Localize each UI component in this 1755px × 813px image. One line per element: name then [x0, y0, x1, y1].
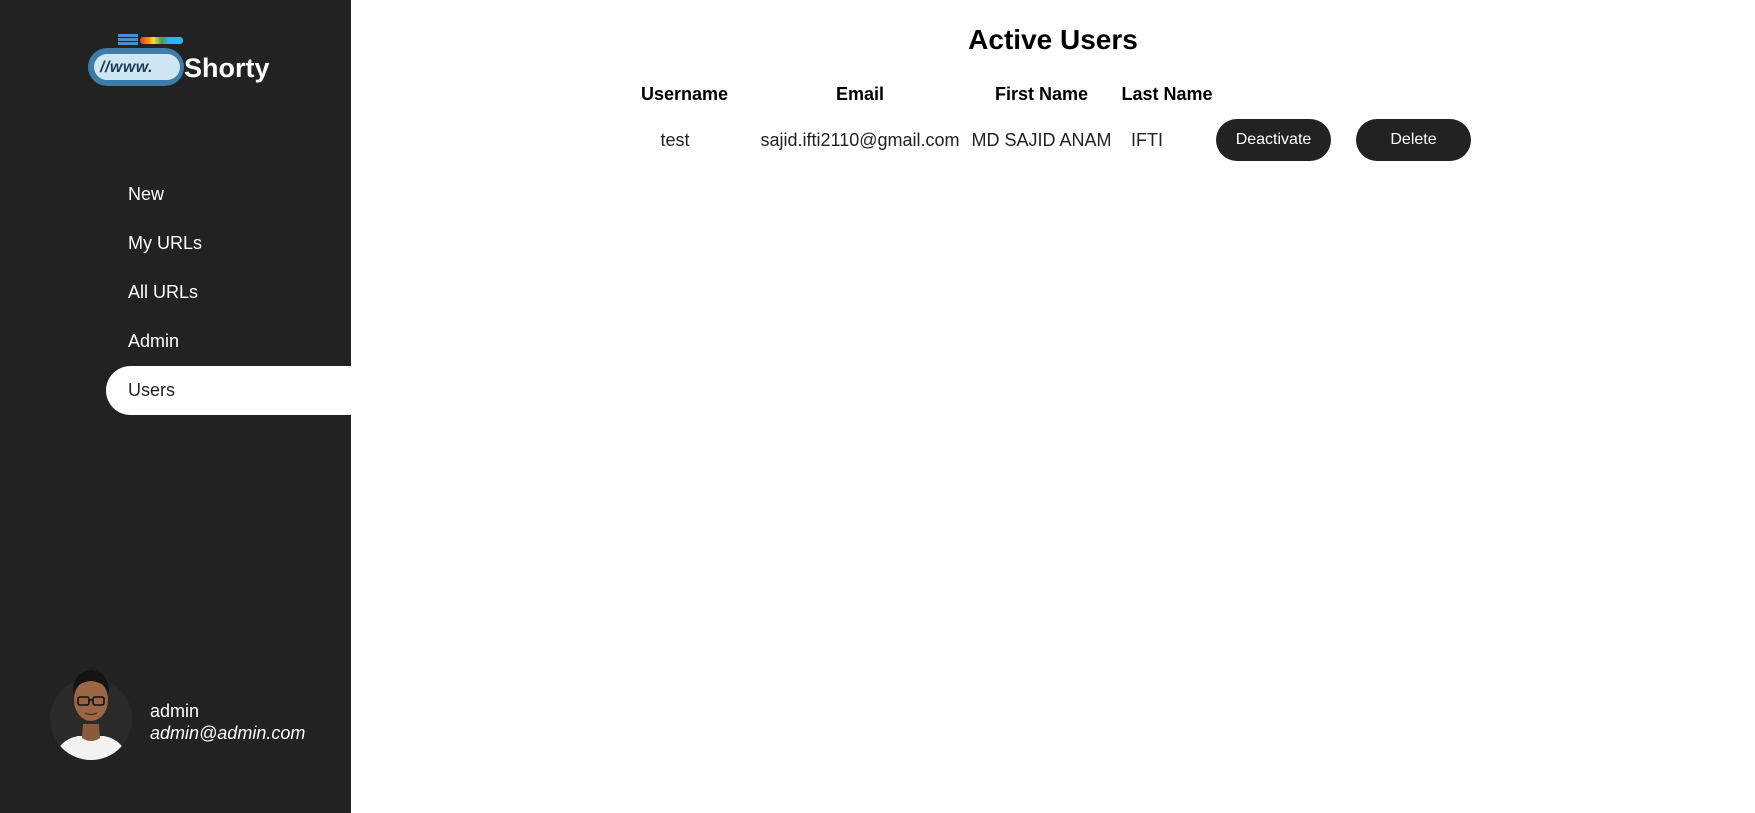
- sidebar-item-label: Admin: [128, 331, 180, 351]
- sidebar: //www. Shorty New My URLs All URLs Admin…: [0, 0, 351, 813]
- page-title: Active Users: [968, 24, 1138, 55]
- shorty-logo[interactable]: //www. Shorty: [88, 34, 270, 88]
- column-header-email: Email: [835, 84, 885, 104]
- sidebar-item-my-urls[interactable]: My URLs: [0, 219, 351, 268]
- cell-first-name: MD SAJID ANAM: [971, 130, 1112, 150]
- avatar: [50, 670, 132, 760]
- sidebar-nav: New My URLs All URLs Admin Users: [0, 170, 351, 415]
- cell-username: test: [660, 130, 690, 150]
- main-content: Active Users Username Email First Name L…: [351, 0, 1755, 813]
- user-profile: admin admin@admin.com: [50, 664, 340, 760]
- cell-email: sajid.ifti2110@gmail.com: [760, 130, 960, 150]
- column-header-first-name: First Name: [994, 84, 1089, 104]
- profile-username: admin: [150, 701, 200, 721]
- profile-email: admin@admin.com: [150, 723, 306, 743]
- column-header-last-name: Last Name: [1121, 84, 1213, 104]
- sidebar-item-label: My URLs: [128, 233, 203, 253]
- logo-www-text: //www.: [100, 59, 154, 76]
- logo-app-name: Shorty: [184, 53, 270, 83]
- sidebar-item-admin[interactable]: Admin: [0, 317, 351, 366]
- logo-link-icon: //www.: [88, 48, 184, 86]
- sidebar-item-all-urls[interactable]: All URLs: [0, 268, 351, 317]
- logo-bars-icon: [118, 34, 183, 46]
- sidebar-item-users[interactable]: Users: [106, 366, 351, 415]
- sidebar-item-label: All URLs: [128, 282, 199, 302]
- deactivate-button[interactable]: Deactivate: [1216, 119, 1331, 161]
- cell-last-name: IFTI: [1131, 130, 1163, 150]
- sidebar-item-label: New: [128, 184, 165, 204]
- sidebar-item-new[interactable]: New: [0, 170, 351, 219]
- sidebar-item-label: Users: [128, 380, 176, 400]
- delete-button[interactable]: Delete: [1356, 119, 1471, 161]
- column-header-username: Username: [640, 84, 729, 104]
